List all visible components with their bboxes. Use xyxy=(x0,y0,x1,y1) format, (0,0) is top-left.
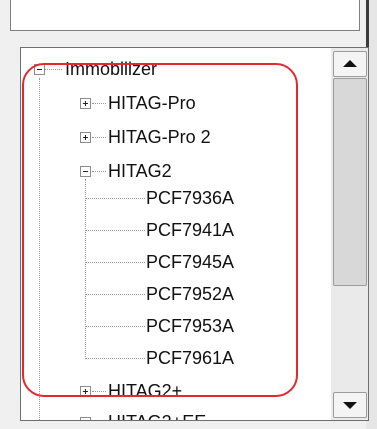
plus-box-icon[interactable] xyxy=(80,417,91,420)
scroll-up-button[interactable] xyxy=(333,51,367,77)
scroll-down-button[interactable] xyxy=(333,392,367,418)
tree-node-hitag2-ee[interactable]: HITAG2+EE xyxy=(108,411,206,420)
scrollbar-thumb[interactable] xyxy=(333,78,367,286)
arrow-down-icon xyxy=(343,402,357,409)
top-panel xyxy=(10,0,360,31)
highlight-annotation xyxy=(22,63,298,397)
vertical-scrollbar[interactable] xyxy=(331,48,368,420)
arrow-up-icon xyxy=(343,60,357,67)
